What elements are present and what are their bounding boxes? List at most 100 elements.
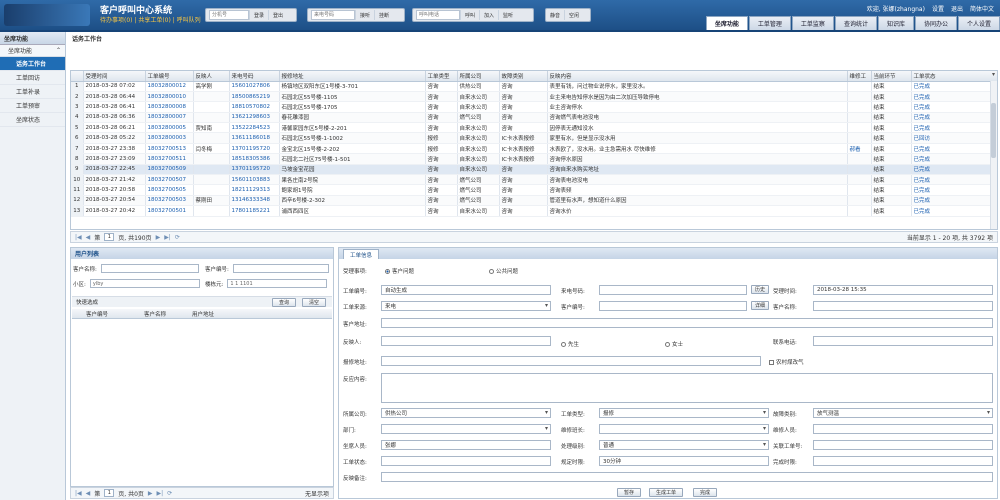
radio-public-issue[interactable]: 公共问题 xyxy=(489,267,518,275)
tab-agent[interactable]: 坐席功能 xyxy=(705,16,748,30)
col-header[interactable]: 受理时间 xyxy=(83,71,146,82)
level-select[interactable]: 普通 xyxy=(599,440,769,450)
quick-select-label[interactable]: 快速选成 xyxy=(76,298,98,306)
extension-input[interactable] xyxy=(209,10,249,20)
district-input[interactable]: ylby xyxy=(89,279,200,288)
table-row[interactable]: 8 2018-03-27 23:09 18032700511 18518305386 石… xyxy=(71,153,997,165)
dial-button[interactable]: 呼叫 xyxy=(460,10,479,20)
col-header[interactable]: 工单类型 xyxy=(425,71,458,82)
language-select[interactable]: 简体中文 xyxy=(970,4,994,13)
table-row[interactable]: 6 2018-03-28 05:22 18032800003 13611186018 石… xyxy=(71,132,997,144)
col-header[interactable]: 客户编号 xyxy=(86,310,144,318)
dept-select[interactable] xyxy=(381,424,551,434)
create-ticket-button[interactable]: 生成工单 xyxy=(649,488,684,497)
finish-field[interactable] xyxy=(813,456,993,466)
table-row[interactable]: 7 2018-03-27 23:38 18032700513 闫冬梅 137011957… xyxy=(71,143,997,155)
tab-ticket-manage[interactable]: 工单管理 xyxy=(748,16,791,30)
ticket-type-select[interactable]: 报修 xyxy=(599,408,769,418)
rural-gas-checkbox[interactable]: 农村煤改气 xyxy=(769,358,804,366)
contact-field[interactable] xyxy=(813,336,993,346)
customer-addr-field[interactable] xyxy=(381,318,993,328)
detail-button[interactable]: 详细 xyxy=(751,301,770,310)
table-row[interactable]: 9 2018-03-27 22:45 18032700509 13701195720 马… xyxy=(71,164,997,176)
exit-link[interactable]: 退出 xyxy=(951,4,963,13)
col-header[interactable]: 工单状态 xyxy=(911,71,997,82)
sidebar-item-revisit[interactable]: 工单回访 xyxy=(0,71,65,85)
col-header[interactable]: 报修地址 xyxy=(279,71,426,82)
first-page-icon[interactable]: |◀ xyxy=(75,490,82,497)
col-header[interactable]: 客户名称 xyxy=(144,310,192,318)
last-page-icon[interactable]: ▶| xyxy=(164,234,171,241)
tab-personal[interactable]: 个人设置 xyxy=(957,16,1000,30)
table-row[interactable]: 13 2018-03-27 20:42 18032700501 17801185221… xyxy=(71,205,997,217)
refresh-icon[interactable]: ⟳ xyxy=(175,234,180,241)
query-button[interactable]: 查询 xyxy=(271,297,296,307)
tab-ticket-info[interactable]: 工单信息 xyxy=(343,249,380,259)
fault-select[interactable]: 放气测温 xyxy=(813,408,993,418)
clear-button[interactable]: 清空 xyxy=(301,297,326,307)
table-row[interactable]: 4 2018-03-28 06:36 18032800007 13621298603 春… xyxy=(71,112,997,124)
tab-ticket-inspect[interactable]: 工单监察 xyxy=(791,16,834,30)
company-select[interactable]: 供热公司 xyxy=(381,408,551,418)
col-header[interactable]: 来电号码 xyxy=(229,71,280,82)
radio-female[interactable]: 女士 xyxy=(665,340,683,348)
source-select[interactable]: 来电 xyxy=(381,301,551,311)
building-input[interactable]: 1 1 1101 xyxy=(227,279,328,288)
related-field[interactable] xyxy=(813,440,993,450)
logout-button[interactable]: 登出 xyxy=(268,10,287,20)
sidebar-item-workbench[interactable]: 话务工作台 xyxy=(0,57,65,71)
settings-link[interactable]: 设置 xyxy=(932,4,944,13)
content-textarea[interactable] xyxy=(381,373,993,403)
customer-name-input[interactable] xyxy=(100,264,199,273)
col-header[interactable]: 用户地址 xyxy=(192,310,214,318)
col-header[interactable]: 所属公司 xyxy=(457,71,500,82)
next-page-icon[interactable]: ▶ xyxy=(148,490,153,497)
last-page-icon[interactable]: ▶| xyxy=(157,490,164,497)
mute-button[interactable]: 静音 xyxy=(546,10,564,20)
radio-male[interactable]: 先生 xyxy=(561,340,579,348)
customer-no-field[interactable] xyxy=(599,301,747,311)
grid-scrollbar[interactable] xyxy=(990,81,997,229)
repair-addr-field[interactable] xyxy=(381,356,761,366)
sidebar-item-preview[interactable]: 工单预审 xyxy=(0,99,65,113)
outbound-number-input[interactable] xyxy=(416,10,460,20)
leader-select[interactable] xyxy=(599,424,769,434)
col-header[interactable]: 当前环节 xyxy=(871,71,912,82)
feedback-field[interactable] xyxy=(381,472,993,482)
tab-knowledge[interactable]: 知识库 xyxy=(877,16,914,30)
save-draft-button[interactable]: 暂存 xyxy=(617,488,642,497)
table-row[interactable]: 5 2018-03-28 06:21 18032800005 贾知南 135222845… xyxy=(71,122,997,134)
repairer-field[interactable] xyxy=(813,424,993,434)
table-row[interactable]: 2 2018-03-28 06:44 18032800010 18500865219 石… xyxy=(71,91,997,103)
customer-name-field[interactable] xyxy=(813,301,993,311)
join-button[interactable]: 加入 xyxy=(479,10,498,20)
table-row[interactable]: 12 2018-03-27 20:54 18032700503 蔡刚田 13146333… xyxy=(71,195,997,207)
reporter-field[interactable] xyxy=(381,336,551,346)
table-row[interactable]: 10 2018-03-27 21:42 18032700507 15601103883… xyxy=(71,174,997,186)
login-button[interactable]: 登录 xyxy=(249,10,268,20)
radio-customer-issue[interactable]: 客户问题 xyxy=(385,267,414,275)
page-input[interactable]: 1 xyxy=(104,489,115,497)
col-header[interactable]: 故障类别 xyxy=(499,71,548,82)
next-page-icon[interactable]: ▶ xyxy=(156,234,161,241)
refresh-icon[interactable]: ⟳ xyxy=(167,490,172,497)
history-button[interactable]: 历史 xyxy=(751,285,770,294)
collapse-icon[interactable]: ⌃ xyxy=(56,47,61,54)
caller-number-input[interactable] xyxy=(311,10,355,20)
col-header[interactable]: 工单编号 xyxy=(145,71,194,82)
page-input[interactable]: 1 xyxy=(104,233,115,241)
table-row[interactable]: 1 2018-03-28 07:02 18032800012 高学刚 156010278… xyxy=(71,81,997,92)
status-field[interactable] xyxy=(381,456,551,466)
prev-page-icon[interactable]: ◀ xyxy=(86,234,91,241)
col-header[interactable]: 维修工 xyxy=(847,71,872,82)
scrollbar-thumb[interactable] xyxy=(991,103,996,158)
table-row[interactable]: 3 2018-03-28 06:41 18032800008 18810570802 石… xyxy=(71,101,997,113)
deadline-field[interactable]: 30分钟 xyxy=(599,456,769,466)
tab-statistics[interactable]: 查询统计 xyxy=(834,16,877,30)
col-header[interactable]: 反映内容 xyxy=(547,71,848,82)
monitor-button[interactable]: 监听 xyxy=(498,10,517,20)
customer-no-input[interactable] xyxy=(232,264,329,273)
sidebar-item-supplement[interactable]: 工单补录 xyxy=(0,85,65,99)
sidebar-group[interactable]: 坐席功能 ⌃ xyxy=(0,45,65,57)
caller-field[interactable] xyxy=(599,285,747,295)
